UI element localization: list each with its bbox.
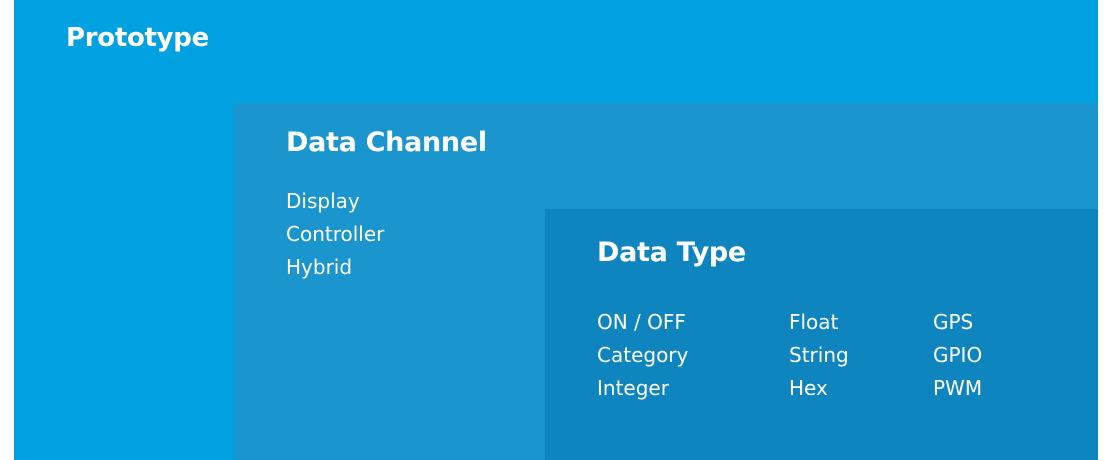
- data-type-item: Integer: [597, 376, 669, 400]
- data-type-column: ON / OFF Category Integer: [597, 306, 688, 405]
- data-type-item: GPS: [933, 310, 974, 334]
- data-type-item: Float: [789, 310, 839, 334]
- data-type-column: Float String Hex: [789, 306, 849, 405]
- prototype-title: Prototype: [66, 23, 209, 53]
- data-type-panel: Data Type ON / OFF Category Integer Floa…: [545, 209, 1098, 460]
- data-type-item: Category: [597, 343, 689, 367]
- data-channel-item: Hybrid: [286, 255, 353, 279]
- data-channel-list: Display Controller Hybrid: [286, 185, 384, 284]
- data-channel-item: Display: [286, 189, 360, 213]
- data-type-item: String: [789, 343, 849, 367]
- data-channel-title: Data Channel: [286, 127, 487, 158]
- data-type-item: GPIO: [933, 343, 983, 367]
- diagram-canvas: Prototype Data Channel Display Controlle…: [0, 0, 1116, 460]
- data-channel-item: Controller: [286, 222, 385, 246]
- data-type-item: ON / OFF: [597, 310, 686, 334]
- data-type-item: PWM: [933, 376, 983, 400]
- data-type-item: Hex: [789, 376, 828, 400]
- data-type-title: Data Type: [597, 237, 746, 268]
- data-type-column: GPS GPIO PWM: [933, 306, 982, 405]
